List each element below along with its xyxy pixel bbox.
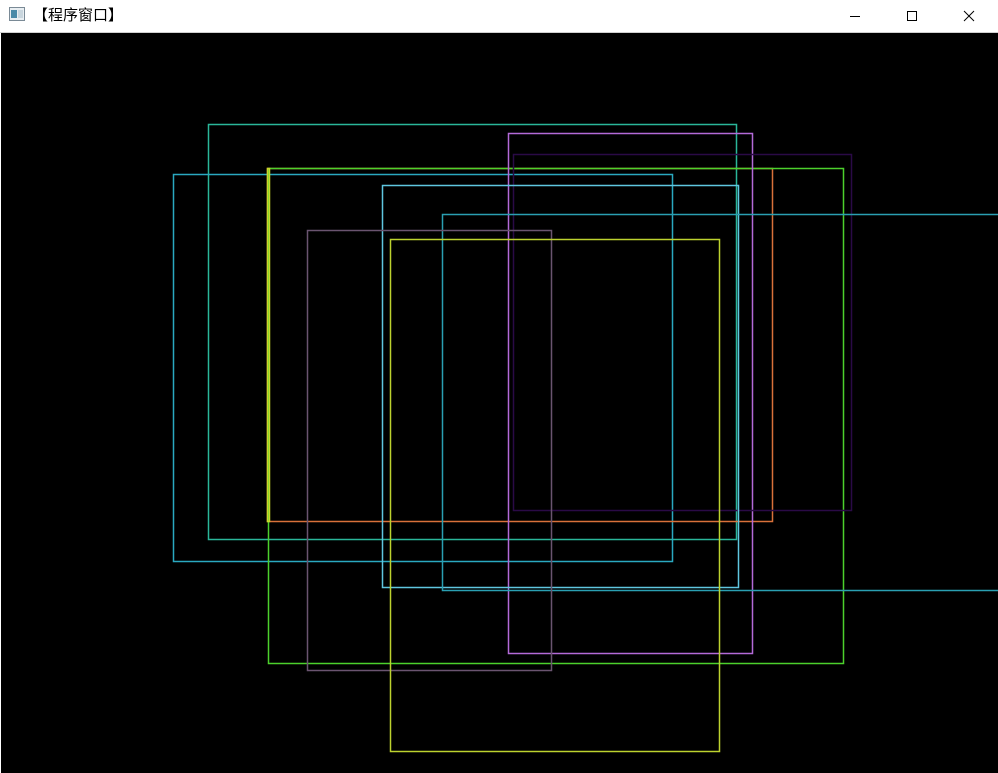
title-bar[interactable]: 【程序窗口】 bbox=[0, 0, 998, 33]
light-cyan-rect bbox=[381, 184, 740, 589]
close-button[interactable] bbox=[940, 0, 998, 32]
minimize-button[interactable] bbox=[826, 0, 884, 32]
maximize-button[interactable] bbox=[883, 0, 941, 32]
dark-violet-rect bbox=[512, 153, 853, 512]
teal-rect bbox=[207, 123, 738, 541]
minimize-icon bbox=[850, 16, 860, 17]
orange-rect bbox=[266, 167, 774, 523]
lime-rect bbox=[389, 238, 721, 753]
rectangles-layer bbox=[172, 123, 998, 753]
cyan-rect-left bbox=[172, 173, 674, 563]
app-icon bbox=[9, 7, 25, 21]
close-icon bbox=[963, 10, 975, 22]
purple-rect bbox=[507, 132, 754, 655]
program-window: 【程序窗口】 bbox=[0, 0, 998, 773]
drawing-canvas[interactable] bbox=[1, 33, 998, 773]
mauve-rect bbox=[306, 229, 553, 672]
window-title: 【程序窗口】 bbox=[33, 6, 124, 24]
maximize-icon bbox=[907, 11, 917, 21]
green-rect bbox=[267, 167, 845, 665]
